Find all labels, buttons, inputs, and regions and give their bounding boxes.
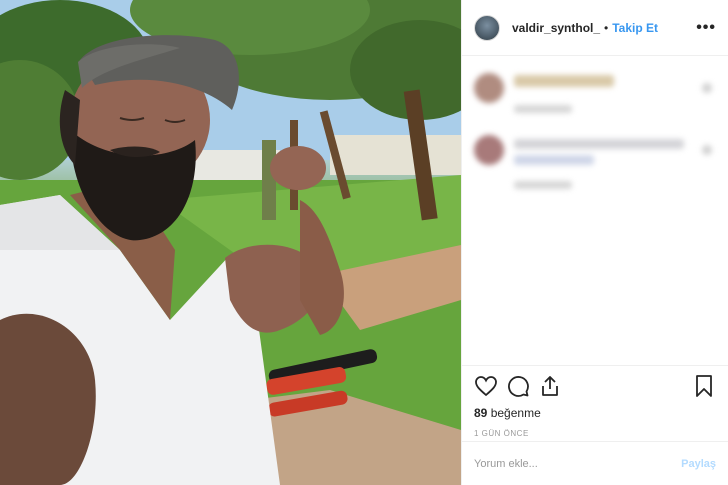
likes-count[interactable]: 89 beğenme <box>474 406 716 420</box>
post-header: valdir_synthol_ • Takip Et ••• <box>462 0 728 56</box>
action-icons <box>474 374 716 398</box>
comment-avatar <box>474 135 504 165</box>
username-link[interactable]: valdir_synthol_ <box>512 21 600 35</box>
post-actions: 89 beğenme 1 GÜN ÖNCE <box>462 365 728 441</box>
comment-text <box>514 155 594 165</box>
comment-input[interactable] <box>474 457 682 470</box>
photo-illustration <box>0 0 461 485</box>
comment-like-icon[interactable] <box>702 145 712 155</box>
follow-button[interactable]: Takip Et <box>612 21 658 35</box>
comment-like-icon[interactable] <box>702 83 712 93</box>
comment-meta <box>514 181 572 189</box>
post-photo[interactable] <box>0 0 461 485</box>
heart-icon[interactable] <box>474 374 498 398</box>
comment-meta <box>514 105 572 113</box>
comment-text <box>514 75 614 87</box>
comments-list <box>462 57 728 365</box>
comment-avatar <box>474 73 504 103</box>
post-sidebar: valdir_synthol_ • Takip Et ••• 89 beğenm… <box>461 0 728 485</box>
share-icon[interactable] <box>538 374 562 398</box>
separator-dot: • <box>604 20 609 35</box>
avatar[interactable] <box>474 14 500 41</box>
likes-label: beğenme <box>490 406 541 420</box>
post-timestamp: 1 GÜN ÖNCE <box>474 429 529 438</box>
bookmark-icon[interactable] <box>692 374 716 398</box>
likes-number: 89 <box>474 406 488 420</box>
post-comment-button[interactable]: Paylaş <box>681 458 716 470</box>
comment-icon[interactable] <box>506 374 530 398</box>
more-options-icon[interactable]: ••• <box>696 19 716 37</box>
comment-box: Paylaş <box>462 441 728 485</box>
comment-text <box>514 139 684 149</box>
